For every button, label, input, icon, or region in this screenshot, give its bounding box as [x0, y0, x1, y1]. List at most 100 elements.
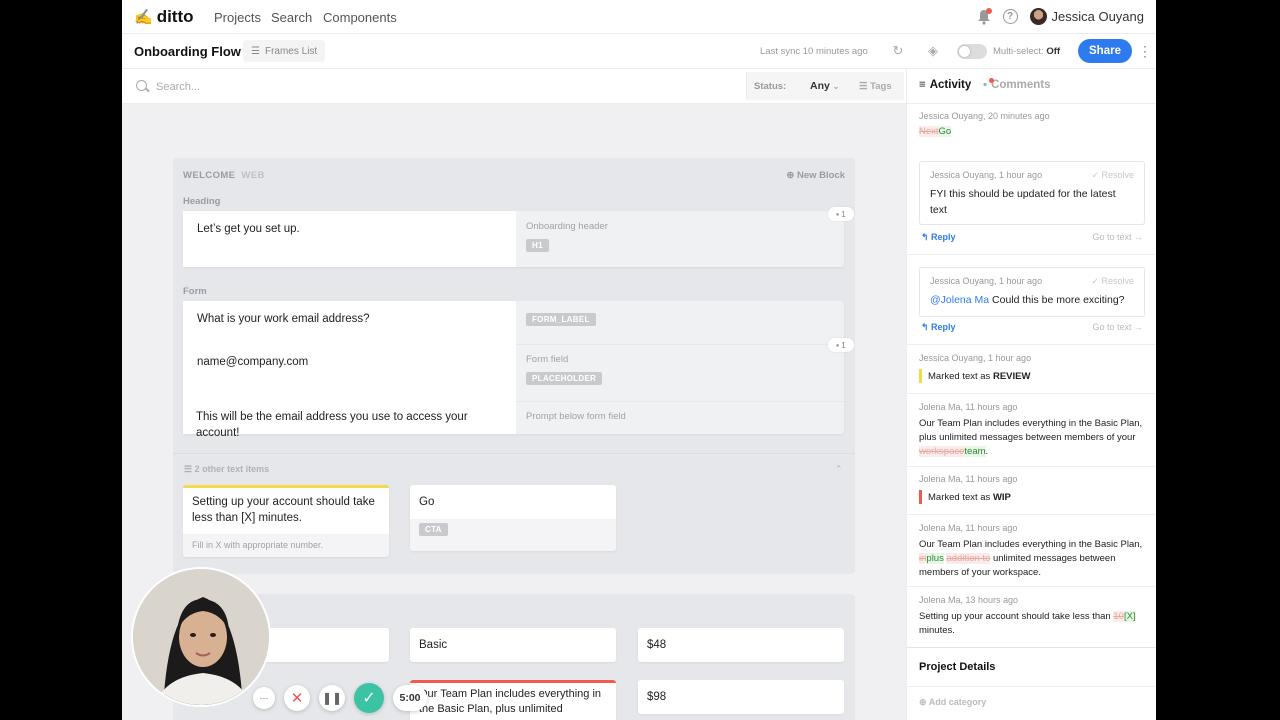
new-block-button[interactable]: ⊕ New Block: [786, 170, 845, 181]
text-card[interactable]: $98: [638, 680, 844, 714]
collapse-icon[interactable]: ⌃: [835, 464, 843, 475]
nav-components[interactable]: Components: [323, 10, 397, 25]
search-icon: [136, 80, 147, 91]
comment-text: FYI this should be updated for the lates…: [930, 188, 1116, 216]
user-name[interactable]: Jessica Ouyang: [1052, 9, 1145, 24]
webcam-bubble[interactable]: [131, 567, 271, 707]
share-button[interactable]: Share: [1078, 39, 1132, 63]
text-block-heading[interactable]: Let’s get you set up. Onboarding header …: [183, 207, 854, 267]
comment-text: @Jolena Ma Could this be more exciting?: [930, 294, 1125, 306]
text-card[interactable]: Setting up your account should take less…: [183, 485, 389, 557]
comment-meta: Jessica Ouyang, 1 hour ago ✓ Resolve: [930, 170, 1134, 181]
comment-actions: ↰ Reply Go to text →: [921, 322, 1143, 333]
text-card[interactable]: Go CTA: [410, 485, 616, 551]
comment-meta: Jessica Ouyang, 1 hour ago ✓ Resolve: [930, 276, 1134, 287]
comment-count-badge[interactable]: ▪ 1: [828, 338, 854, 352]
divider: [907, 514, 1156, 515]
form-prompt-note: Prompt below form field: [526, 411, 626, 422]
refresh-icon[interactable]: ↻: [890, 43, 906, 59]
activity-entry: Jolena Ma, 11 hours ago Our Team Plan in…: [919, 402, 1145, 458]
cancel-recording-button[interactable]: ✕: [284, 685, 310, 711]
tag-pill[interactable]: FORM_LABEL: [526, 313, 596, 326]
form-field-text[interactable]: name@company.com: [183, 344, 516, 401]
add-category-button[interactable]: ⊕ Add category: [919, 697, 986, 708]
card-text[interactable]: $48: [638, 628, 844, 662]
filter-icon: ☰: [859, 81, 868, 92]
status-filter-dropdown[interactable]: Any ⌄: [810, 80, 839, 92]
go-to-text-link[interactable]: Go to text →: [1092, 232, 1143, 243]
comment-actions: ↰ Reply Go to text →: [921, 232, 1143, 243]
text-block-form[interactable]: What is your work email address? FORM_LA…: [183, 301, 854, 439]
user-avatar[interactable]: [1029, 8, 1047, 25]
pause-button[interactable]: ❚❚: [319, 685, 345, 711]
resolve-button[interactable]: ✓ Resolve: [1091, 276, 1134, 287]
card-note: Fill in X with appropriate number.: [192, 540, 324, 550]
search-input[interactable]: [156, 78, 716, 96]
other-items-label[interactable]: ☰ 2 other text items: [184, 464, 269, 475]
more-options-icon[interactable]: ⋮: [1138, 43, 1152, 60]
activity-text: NextGo: [919, 126, 952, 137]
multiselect-toggle[interactable]: [957, 44, 987, 59]
wip-marker: [919, 490, 922, 504]
activity-entry: Jessica Ouyang, 20 minutes ago NextGo: [919, 111, 1145, 139]
tags-filter[interactable]: ☰ Tags: [859, 81, 892, 92]
card-text[interactable]: Our Team Plan includes everything in the…: [410, 683, 616, 720]
text-card[interactable]: Basic: [410, 628, 616, 662]
tab-activity[interactable]: ≡ Activity: [919, 79, 971, 91]
form-prompt-text[interactable]: This will be the email address you use t…: [183, 401, 516, 439]
activity-meta: Jolena Ma, 11 hours ago: [919, 402, 1018, 412]
go-to-text-link[interactable]: Go to text →: [1092, 322, 1143, 333]
help-icon[interactable]: ?: [1002, 9, 1018, 24]
comment-icon: ▪: [983, 79, 988, 91]
activity-text: Our Team Plan includes everything in the…: [919, 539, 1143, 578]
comment-card[interactable]: Jessica Ouyang, 1 hour ago ✓ Resolve FYI …: [919, 161, 1145, 225]
nav-search[interactable]: Search: [271, 10, 312, 25]
more-icon[interactable]: ···: [253, 687, 275, 709]
activity-entry: Jolena Ma, 13 hours ago Setting up your …: [919, 595, 1145, 638]
tag-pill[interactable]: PLACEHOLDER: [526, 372, 603, 385]
frame-title: WELCOME WEB: [183, 170, 265, 181]
divider: [907, 254, 1156, 255]
tag-pill[interactable]: CTA: [419, 523, 448, 536]
divider: [173, 453, 855, 454]
status-change: Marked text as REVIEW: [919, 369, 1145, 383]
divider: [907, 393, 1156, 394]
comment-card[interactable]: Jessica Ouyang, 1 hour ago ✓ Resolve @Jol…: [919, 267, 1145, 317]
recording-timer: 5:00: [393, 685, 427, 711]
list-icon: ☰: [184, 464, 193, 474]
comment-icon: ▪: [836, 340, 840, 350]
mention-link[interactable]: @Jolena Ma: [930, 294, 989, 306]
nav-projects[interactable]: Projects: [214, 10, 261, 25]
tag-pill[interactable]: H1: [526, 239, 549, 252]
comment-count-badge[interactable]: ▪ 1: [828, 207, 854, 221]
form-question-text[interactable]: What is your work email address?: [183, 301, 516, 344]
card-text[interactable]: Basic: [410, 628, 616, 662]
panel-tabs: ≡ Activity ▪ Comments: [907, 69, 1156, 104]
frame-platform: WEB: [241, 170, 265, 181]
form-field-note: Form field: [526, 354, 569, 365]
logo[interactable]: ✍ ditto: [134, 7, 194, 27]
heading-text[interactable]: Let’s get you set up.: [183, 211, 516, 267]
reply-button[interactable]: ↰ Reply: [921, 322, 956, 333]
activity-text: Setting up your account should take less…: [919, 611, 1136, 636]
review-marker: [919, 369, 922, 383]
card-text[interactable]: Go: [410, 485, 616, 519]
text-card[interactable]: $48: [638, 628, 844, 662]
text-card[interactable]: Our Team Plan includes everything in the…: [410, 680, 616, 720]
activity-entry: Jessica Ouyang, 1 hour ago Marked text a…: [919, 353, 1145, 383]
finish-recording-button[interactable]: ✓: [354, 683, 384, 713]
layers-icon[interactable]: ◈: [925, 43, 941, 59]
card-text[interactable]: $98: [638, 680, 844, 714]
reply-button[interactable]: ↰ Reply: [921, 232, 956, 243]
multiselect-value: Off: [1046, 46, 1061, 57]
logo-text: ditto: [156, 7, 194, 26]
frame-welcome: WELCOME WEB ⊕ New Block Heading Let’s get…: [173, 158, 855, 574]
form-field-meta: Form field PLACEHOLDER: [516, 344, 844, 401]
resolve-button[interactable]: ✓ Resolve: [1091, 170, 1134, 181]
project-details-heading: Project Details: [919, 661, 996, 673]
bell-icon[interactable]: [977, 7, 992, 25]
frames-list-button[interactable]: ☰ Frames List: [243, 40, 326, 62]
list-icon: ≡: [919, 79, 926, 91]
card-text[interactable]: Setting up your account should take less…: [183, 488, 389, 534]
app-window: ✍ ditto Projects Search Components ? Jes…: [122, 0, 1156, 720]
